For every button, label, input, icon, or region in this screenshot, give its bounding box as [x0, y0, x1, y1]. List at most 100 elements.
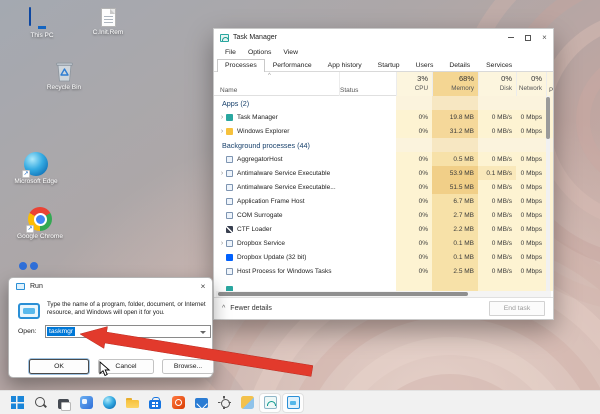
- taskbar-start-button[interactable]: [6, 393, 28, 413]
- memory-value: 31.2 MB: [432, 124, 478, 138]
- desktop-icon-edge[interactable]: ↗ Microsoft Edge: [10, 152, 62, 186]
- cpu-value: 0%: [396, 236, 432, 250]
- taskbar-run-button[interactable]: [282, 393, 304, 413]
- process-row-partial[interactable]: [214, 278, 553, 291]
- process-row[interactable]: CTF Loader0%2.2 MB0 MB/s0 Mbps: [214, 222, 553, 236]
- column-header-disk[interactable]: 0% Disk: [478, 72, 516, 96]
- process-icon: [226, 128, 233, 135]
- cpu-value: 0%: [396, 222, 432, 236]
- open-input-value[interactable]: taskmgr: [47, 327, 75, 336]
- process-icon: [226, 268, 233, 275]
- menu-options[interactable]: Options: [242, 49, 277, 56]
- process-row[interactable]: Antimalware Service Executable...0%51.5 …: [214, 180, 553, 194]
- taskbar-edge-button[interactable]: [98, 393, 120, 413]
- disk-value: 0 MB/s: [478, 250, 516, 264]
- task-view-icon: [58, 399, 69, 409]
- browse-button[interactable]: Browse...: [162, 359, 214, 374]
- expand-chevron-icon[interactable]: ›: [218, 114, 226, 121]
- document-icon: [101, 8, 116, 27]
- column-header-power-partial[interactable]: Po: [546, 72, 553, 96]
- disk-value: 0 MB/s: [478, 110, 516, 124]
- disk-value: 0 MB/s: [478, 222, 516, 236]
- menu-view[interactable]: View: [277, 49, 304, 56]
- run-description: Type the name of a program, folder, docu…: [47, 301, 215, 318]
- tab-users[interactable]: Users: [408, 59, 442, 72]
- process-name: Antimalware Service Executable: [237, 170, 330, 177]
- network-value: 0 Mbps: [516, 208, 546, 222]
- task-manager-titlebar[interactable]: Task Manager ×: [214, 29, 553, 46]
- end-task-button[interactable]: End task: [489, 301, 545, 316]
- disk-value: 0 MB/s: [478, 264, 516, 278]
- close-icon[interactable]: ×: [194, 281, 212, 291]
- process-row[interactable]: Host Process for Windows Tasks0%2.5 MB0 …: [214, 264, 553, 278]
- desktop-icon-document[interactable]: C.Init.Rem: [80, 8, 136, 37]
- run-dialog-titlebar[interactable]: Run ×: [9, 278, 212, 294]
- minimize-button[interactable]: [502, 30, 519, 45]
- expand-chevron-icon[interactable]: ›: [218, 128, 226, 135]
- taskbar-office-button[interactable]: [167, 393, 189, 413]
- column-header-status[interactable]: Status: [339, 72, 396, 96]
- tab-startup[interactable]: Startup: [370, 59, 408, 72]
- desktop-icon-label: Microsoft Edge: [14, 178, 57, 186]
- close-button[interactable]: ×: [536, 30, 553, 45]
- memory-value: 0.1 MB: [432, 250, 478, 264]
- network-value: 0 Mbps: [516, 264, 546, 278]
- process-row[interactable]: Dropbox Update (32 bit)0%0.1 MB0 MB/s0 M…: [214, 250, 553, 264]
- process-row[interactable]: ›Windows Explorer0%31.2 MB0 MB/s0 Mbps: [214, 124, 553, 138]
- expand-chevron-icon[interactable]: ›: [218, 240, 226, 247]
- run-dialog: Run × Type the name of a program, folder…: [8, 277, 213, 378]
- tab-strip: Processes Performance App history Startu…: [214, 58, 553, 72]
- network-value: 0 Mbps: [516, 250, 546, 264]
- tab-processes[interactable]: Processes: [217, 59, 265, 73]
- vertical-scrollbar[interactable]: [546, 96, 550, 291]
- tab-app-history[interactable]: App history: [320, 59, 370, 72]
- process-row[interactable]: ›Dropbox Service0%0.1 MB0 MB/s0 Mbps: [214, 236, 553, 250]
- taskbar-pinned-app-button[interactable]: [236, 393, 258, 413]
- process-row[interactable]: ›Task Manager0%19.8 MB0 MB/s0 Mbps: [214, 110, 553, 124]
- network-value: 0 Mbps: [516, 110, 546, 124]
- taskbar-task-manager-button[interactable]: [259, 393, 281, 413]
- desktop-icon-this-pc[interactable]: This PC: [16, 8, 68, 40]
- process-row[interactable]: Application Frame Host0%6.7 MB0 MB/s0 Mb…: [214, 194, 553, 208]
- taskbar-search-button[interactable]: [29, 393, 51, 413]
- taskbar-widgets-button[interactable]: [75, 393, 97, 413]
- maximize-button[interactable]: [519, 30, 536, 45]
- process-row[interactable]: ›Antimalware Service Executable0%53.9 MB…: [214, 166, 553, 180]
- partially-hidden-desktop-icon: [19, 262, 38, 270]
- tab-details[interactable]: Details: [441, 59, 478, 72]
- menu-file[interactable]: File: [219, 49, 242, 56]
- this-pc-icon: [29, 8, 55, 30]
- open-combobox[interactable]: taskmgr: [45, 325, 211, 338]
- column-header-cpu[interactable]: 3% CPU: [396, 72, 432, 96]
- process-row[interactable]: COM Surrogate0%2.7 MB0 MB/s0 Mbps: [214, 208, 553, 222]
- edge-icon: [103, 396, 116, 409]
- process-group-row[interactable]: Apps (2): [214, 96, 553, 110]
- desktop-icon-chrome[interactable]: ↗ Google Chrome: [14, 207, 66, 241]
- taskbar-store-button[interactable]: [144, 393, 166, 413]
- taskbar: [0, 390, 600, 414]
- cancel-button[interactable]: Cancel: [98, 359, 154, 374]
- taskbar-settings-button[interactable]: [213, 393, 235, 413]
- disk-value: 0 MB/s: [478, 124, 516, 138]
- dropdown-arrow-icon[interactable]: [200, 331, 206, 334]
- process-row[interactable]: AggregatorHost0%0.5 MB0 MB/s0 Mbps: [214, 152, 553, 166]
- desktop-icon-recycle-bin[interactable]: Recycle Bin: [36, 60, 92, 92]
- chrome-icon: ↗: [28, 207, 52, 231]
- tab-performance[interactable]: Performance: [265, 59, 320, 72]
- taskbar-task-view-button[interactable]: [52, 393, 74, 413]
- tab-services[interactable]: Services: [478, 59, 520, 72]
- task-manager-icon: [264, 396, 277, 409]
- taskbar-file-explorer-button[interactable]: [121, 393, 143, 413]
- run-glyph-icon: [18, 303, 40, 319]
- memory-value: 2.5 MB: [432, 264, 478, 278]
- column-header-memory[interactable]: 68% Memory: [432, 72, 478, 96]
- process-group-row[interactable]: Background processes (44): [214, 138, 553, 152]
- expand-chevron-icon[interactable]: ›: [218, 170, 226, 177]
- taskbar-mail-button[interactable]: [190, 393, 212, 413]
- disk-value: 0 MB/s: [478, 208, 516, 222]
- ok-button[interactable]: OK: [29, 359, 89, 374]
- network-value: 0 Mbps: [516, 222, 546, 236]
- fewer-details-toggle[interactable]: ^ Fewer details: [222, 305, 272, 312]
- memory-value: 6.7 MB: [432, 194, 478, 208]
- column-header-network[interactable]: 0% Network: [516, 72, 546, 96]
